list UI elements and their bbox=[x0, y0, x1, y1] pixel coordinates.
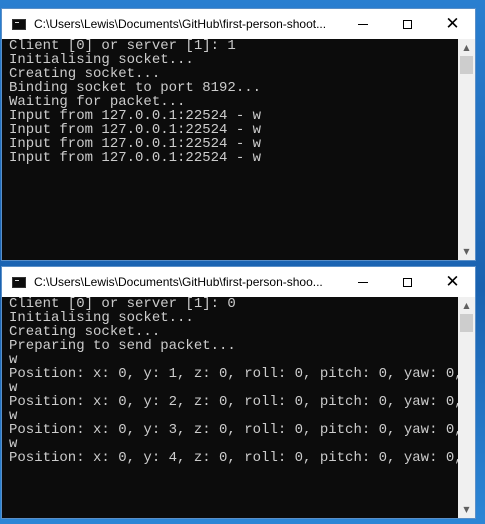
console-line: Client [0] or server [1]: 1 bbox=[9, 39, 236, 54]
window-titlebar[interactable]: C:\Users\Lewis\Documents\GitHub\first-pe… bbox=[2, 267, 475, 297]
console-line: Input from 127.0.0.1:22524 - w bbox=[9, 108, 262, 124]
console-line: Client [0] or server [1]: 0 bbox=[9, 297, 236, 312]
console-line: Binding socket to port 8192... bbox=[9, 80, 262, 96]
minimize-icon bbox=[357, 281, 368, 283]
console-line: Creating socket... bbox=[9, 66, 161, 82]
window-controls: ✕ bbox=[340, 267, 475, 297]
scrollbar-thumb[interactable] bbox=[460, 56, 473, 74]
vertical-scrollbar[interactable]: ▲ ▼ bbox=[458, 297, 475, 518]
console-line: Initialising socket... bbox=[9, 310, 194, 326]
scroll-up-arrow-icon[interactable]: ▲ bbox=[458, 39, 475, 56]
maximize-icon bbox=[403, 19, 412, 29]
window-title: C:\Users\Lewis\Documents\GitHub\first-pe… bbox=[34, 17, 327, 31]
console-line: Input from 127.0.0.1:22524 - w bbox=[9, 122, 262, 138]
console-line: w bbox=[9, 408, 18, 424]
minimize-button[interactable] bbox=[340, 9, 385, 39]
scrollbar-thumb[interactable] bbox=[460, 314, 473, 332]
maximize-button[interactable] bbox=[385, 9, 430, 39]
scroll-up-arrow-icon[interactable]: ▲ bbox=[458, 297, 475, 314]
vertical-scrollbar[interactable]: ▲ ▼ bbox=[458, 39, 475, 260]
console-line: Preparing to send packet... bbox=[9, 338, 236, 354]
console-output[interactable]: Client [0] or server [1]: 0 Initialising… bbox=[2, 297, 458, 518]
scroll-down-arrow-icon[interactable]: ▼ bbox=[458, 501, 475, 518]
console-app-icon bbox=[12, 18, 26, 30]
window-title: C:\Users\Lewis\Documents\GitHub\first-pe… bbox=[34, 275, 323, 289]
close-icon: ✕ bbox=[445, 271, 460, 292]
console-line: Initialising socket... bbox=[9, 52, 194, 68]
console-line: w bbox=[9, 380, 18, 396]
minimize-button[interactable] bbox=[340, 267, 385, 297]
close-button[interactable]: ✕ bbox=[430, 9, 475, 39]
console-line: w bbox=[9, 352, 18, 368]
console-line: Position: x: 0, y: 2, z: 0, roll: 0, pit… bbox=[9, 394, 458, 410]
console-line: w bbox=[9, 436, 18, 452]
console-line: Position: x: 0, y: 4, z: 0, roll: 0, pit… bbox=[9, 450, 458, 466]
console-line: Waiting for packet... bbox=[9, 94, 186, 110]
close-icon: ✕ bbox=[445, 13, 460, 34]
console-output[interactable]: Client [0] or server [1]: 1 Initialising… bbox=[2, 39, 458, 260]
console-line: Creating socket... bbox=[9, 324, 161, 340]
window-titlebar[interactable]: C:\Users\Lewis\Documents\GitHub\first-pe… bbox=[2, 9, 475, 39]
console-app-icon bbox=[12, 276, 26, 288]
maximize-button[interactable] bbox=[385, 267, 430, 297]
console-line: Input from 127.0.0.1:22524 - w bbox=[9, 150, 262, 166]
window-controls: ✕ bbox=[340, 9, 475, 39]
client-console-window[interactable]: C:\Users\Lewis\Documents\GitHub\first-pe… bbox=[1, 266, 476, 519]
maximize-icon bbox=[403, 277, 412, 287]
server-console-window[interactable]: C:\Users\Lewis\Documents\GitHub\first-pe… bbox=[1, 8, 476, 261]
console-line: Position: x: 0, y: 3, z: 0, roll: 0, pit… bbox=[9, 422, 458, 438]
minimize-icon bbox=[357, 23, 368, 25]
scroll-down-arrow-icon[interactable]: ▼ bbox=[458, 243, 475, 260]
close-button[interactable]: ✕ bbox=[430, 267, 475, 297]
console-line: Position: x: 0, y: 1, z: 0, roll: 0, pit… bbox=[9, 366, 458, 382]
console-line: Input from 127.0.0.1:22524 - w bbox=[9, 136, 262, 152]
